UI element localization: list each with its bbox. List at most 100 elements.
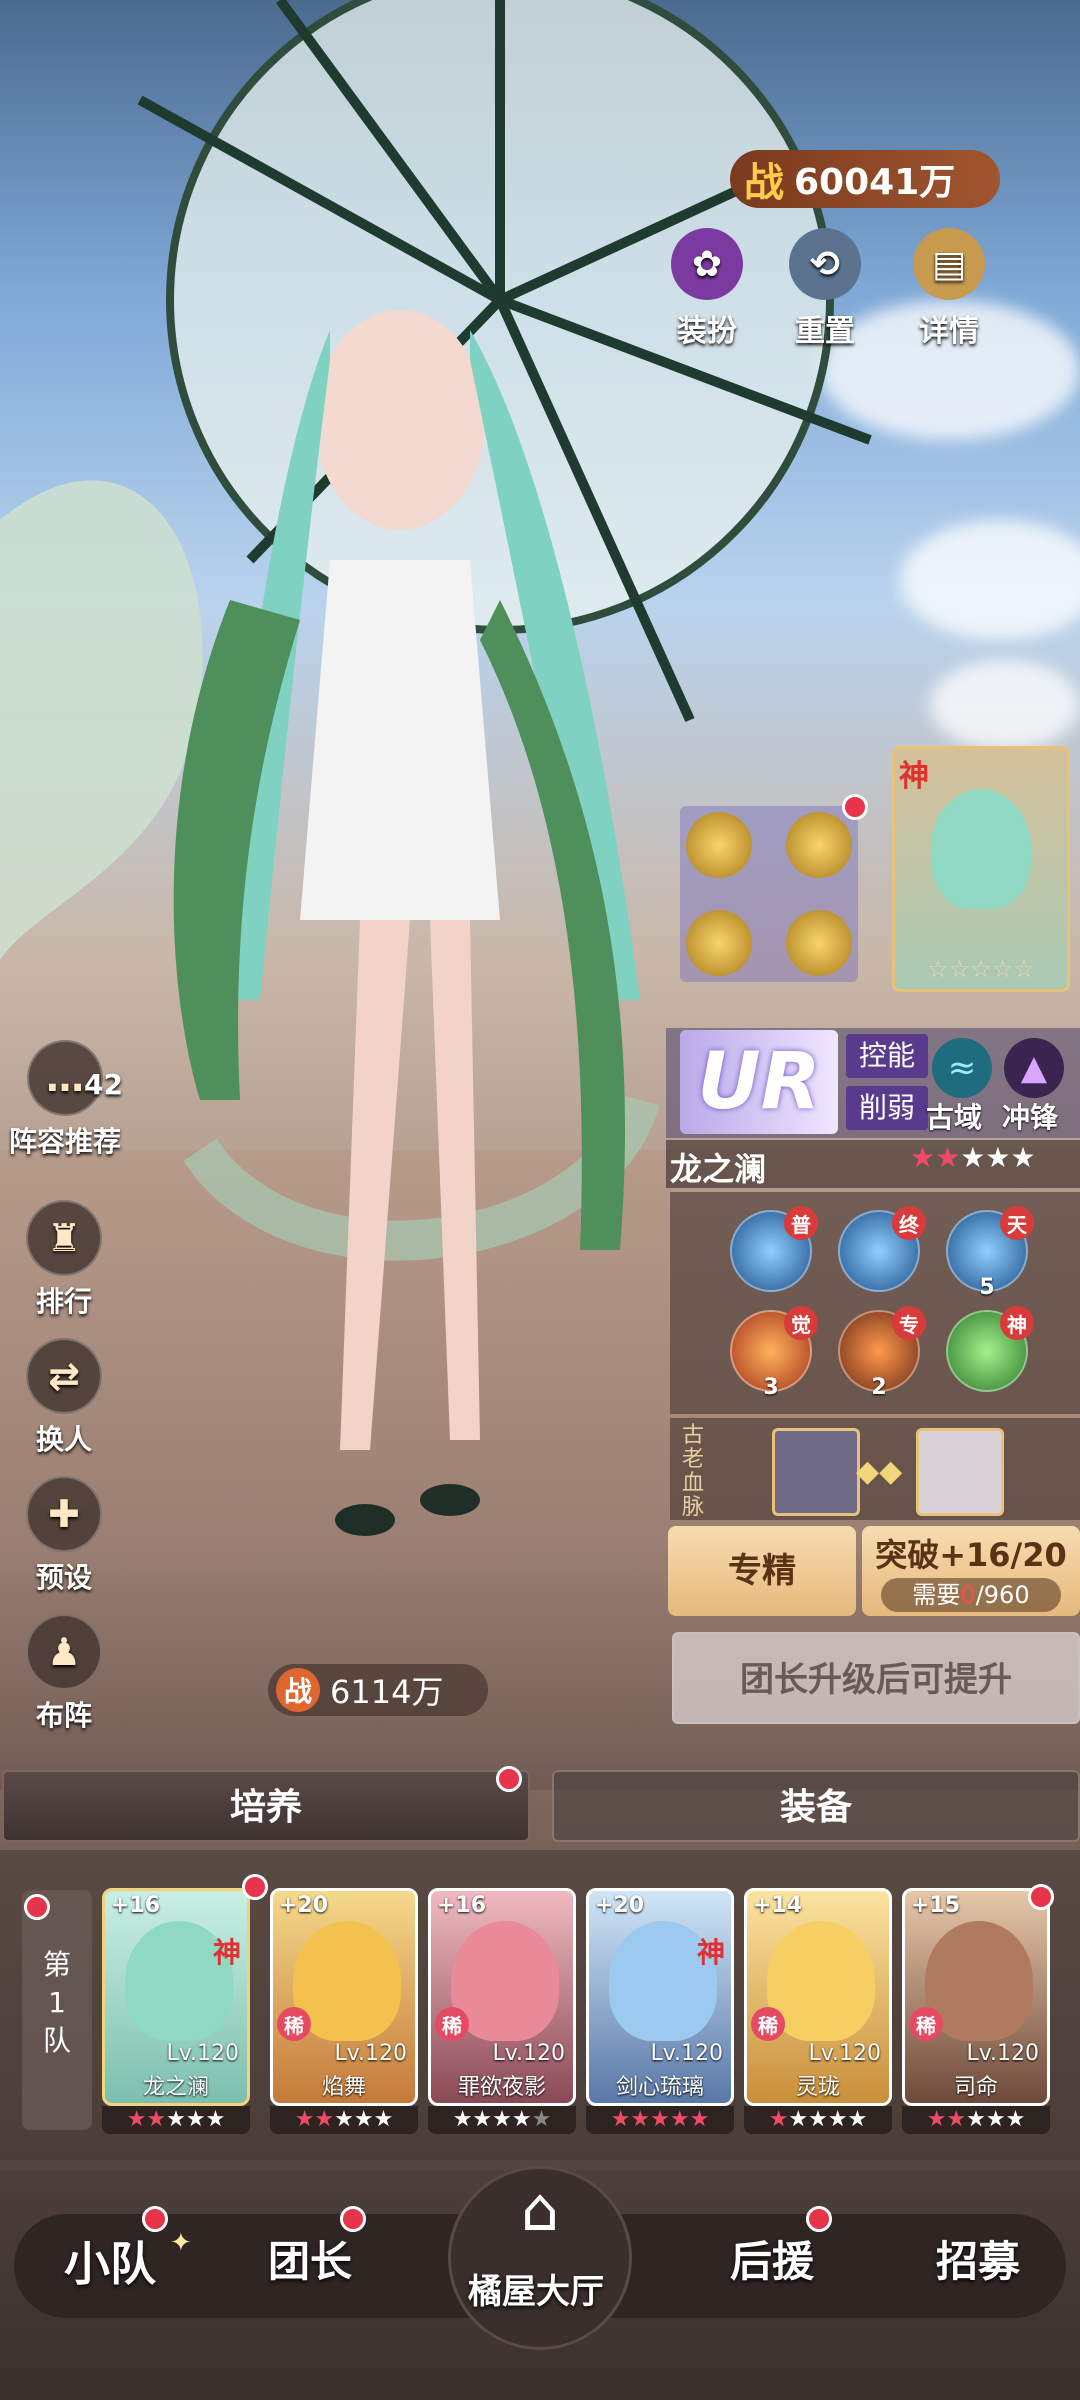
swap-button[interactable]: ⇄ 换人 xyxy=(18,1338,110,1458)
bloodline-label: 古老血脉 xyxy=(681,1423,704,1520)
notification-dot xyxy=(242,1874,268,1900)
team-member-card[interactable]: +20 神 Lv.120 剑心琉璃 xyxy=(586,1888,734,2106)
notification-dot xyxy=(842,794,868,820)
member-level: Lv.120 xyxy=(966,2041,1039,2066)
dress-up-button[interactable]: ✿ 装扮 xyxy=(662,228,752,350)
member-name: 司命 xyxy=(953,2075,998,2100)
character-power-badge: 战 6114万 xyxy=(268,1664,488,1716)
member-stars: ★★★★★ xyxy=(586,2106,734,2134)
rarity-badge: UR xyxy=(680,1030,838,1134)
member-plus: +16 xyxy=(437,1893,487,1918)
member-level: Lv.120 xyxy=(166,2041,239,2066)
trait-weaken: 削弱 xyxy=(846,1086,928,1130)
member-name: 剑心琉璃 xyxy=(615,2075,704,2100)
skill-normal-icon[interactable]: 普 xyxy=(730,1206,818,1292)
notification-dot xyxy=(496,1766,522,1792)
gem-slot-icon[interactable] xyxy=(786,910,852,976)
skill-awaken-icon[interactable]: 觉3 xyxy=(730,1306,818,1400)
swap-label: 换人 xyxy=(35,1423,92,1456)
skill-talent-icon[interactable]: 天5 xyxy=(946,1206,1034,1300)
preset-label: 预设 xyxy=(35,1561,92,1594)
member-plus: +14 xyxy=(753,1893,803,1918)
character-name: 龙之澜 xyxy=(670,1150,767,1188)
battle-icon: 战 xyxy=(276,1668,320,1712)
nav-support[interactable]: 后援 xyxy=(730,2228,814,2289)
member-level: Lv.120 xyxy=(492,2041,565,2066)
cat-house-icon: ⌂ xyxy=(520,2175,560,2245)
team-member-card[interactable]: +16 稀 Lv.120 罪欲夜影 xyxy=(428,1888,576,2106)
rare-tag: 稀 xyxy=(435,2007,469,2041)
reset-label: 重置 xyxy=(795,314,855,349)
character-portrait-card[interactable]: 神 ☆☆☆☆☆ xyxy=(892,746,1070,992)
skill-level: 5 xyxy=(979,1275,995,1300)
sparkle-icon: ✦ xyxy=(170,2228,192,2258)
reset-button[interactable]: ⟲ 重置 xyxy=(780,228,870,350)
formation-icon: ♟ xyxy=(26,1614,102,1690)
breakthrough-button[interactable]: 突破+16/20 需要0/960 xyxy=(862,1526,1080,1616)
skill-level: 2 xyxy=(871,1375,887,1400)
member-level: Lv.120 xyxy=(808,2041,881,2066)
skill-ultimate-icon[interactable]: 终 xyxy=(838,1206,926,1292)
skill-tag: 专 xyxy=(892,1306,926,1340)
rare-tag: 稀 xyxy=(277,2007,311,2041)
rare-tag: 稀 xyxy=(909,2007,943,2041)
formation-button[interactable]: ♟ 布阵 xyxy=(18,1614,110,1734)
need-label: 需要 xyxy=(912,1581,961,1609)
member-name: 焰舞 xyxy=(321,2075,366,2100)
gem-slots-panel[interactable] xyxy=(680,794,868,982)
member-name: 罪欲夜影 xyxy=(457,2075,546,2100)
skill-god-icon[interactable]: 神 xyxy=(946,1306,1034,1392)
member-level: Lv.120 xyxy=(334,2041,407,2066)
skill-tag: 普 xyxy=(784,1206,818,1240)
member-name: 灵珑 xyxy=(795,2075,840,2100)
details-button[interactable]: ▤ 详情 xyxy=(904,228,994,350)
team-member-card[interactable]: +15 稀 Lv.120 司命 xyxy=(902,1888,1050,2106)
skill-tag: 觉 xyxy=(784,1306,818,1340)
team-member-card[interactable]: +14 稀 Lv.120 灵珑 xyxy=(744,1888,892,2106)
member-stars: ★★★★★ xyxy=(102,2106,250,2134)
skill-tag: 终 xyxy=(892,1206,926,1240)
member-plus: +20 xyxy=(279,1893,329,1918)
god-tag: 神 xyxy=(696,1936,725,1969)
member-stars: ★★★★★ xyxy=(902,2106,1050,2134)
character-stars: ★★★★★ xyxy=(910,1141,1036,1174)
formation-label: 布阵 xyxy=(35,1699,92,1732)
skill-exclusive-icon[interactable]: 专2 xyxy=(838,1306,926,1400)
team-label-3: 队 xyxy=(42,2024,71,2057)
team-member-card[interactable]: +20 稀 Lv.120 焰舞 xyxy=(270,1888,418,2106)
bloodline-partner-avatar[interactable] xyxy=(772,1428,860,1516)
gem-slot-icon[interactable] xyxy=(686,812,752,878)
member-plus: +16 xyxy=(111,1893,161,1918)
member-stars: ★★★★★ xyxy=(744,2106,892,2134)
team-member-card[interactable]: +16 神 Lv.120 龙之澜 xyxy=(102,1888,250,2106)
bloodline-partner-avatar[interactable] xyxy=(916,1428,1004,1516)
notification-dot xyxy=(24,1894,50,1920)
tab-cultivate[interactable]: 培养 xyxy=(2,1770,530,1842)
notification-dot xyxy=(806,2206,832,2232)
gem-slot-icon[interactable] xyxy=(686,910,752,976)
gem-slot-icon[interactable] xyxy=(786,812,852,878)
specialize-button[interactable]: 专精 xyxy=(668,1526,856,1616)
lineup-recommend-label: 阵容推荐 xyxy=(8,1125,121,1158)
lineup-recommend-button[interactable]: … 阵容推荐 42 xyxy=(0,1040,130,1160)
breakthrough-label: 突破+16/20 xyxy=(875,1536,1067,1574)
skill-tag: 天 xyxy=(1000,1206,1034,1240)
skill-tag: 神 xyxy=(1000,1306,1034,1340)
notification-dot xyxy=(1028,1884,1054,1910)
team-label[interactable]: 第 1 队 xyxy=(22,1890,92,2130)
trait-control: 控能 xyxy=(846,1034,928,1078)
breakthrough-cost: 需要0/960 xyxy=(881,1578,1061,1612)
nav-recruit[interactable]: 招募 xyxy=(936,2228,1020,2289)
nav-squad[interactable]: 小队 xyxy=(64,2228,156,2294)
nav-hall[interactable]: 橘屋大厅 xyxy=(468,2264,604,2313)
faction-ancient-label: 古域 xyxy=(926,1101,983,1134)
nav-captain[interactable]: 团长 xyxy=(268,2228,352,2289)
total-power-badge: 战 60041万 xyxy=(730,150,1000,208)
preset-button[interactable]: ✚ 预设 xyxy=(18,1476,110,1596)
dress-up-label: 装扮 xyxy=(677,314,737,349)
skill-level: 3 xyxy=(763,1375,779,1400)
lineup-badge-count: 42 xyxy=(84,1068,123,1101)
ranking-label: 排行 xyxy=(35,1285,92,1318)
tab-equipment[interactable]: 装备 xyxy=(552,1770,1080,1842)
ranking-button[interactable]: ♜ 排行 xyxy=(18,1200,110,1320)
